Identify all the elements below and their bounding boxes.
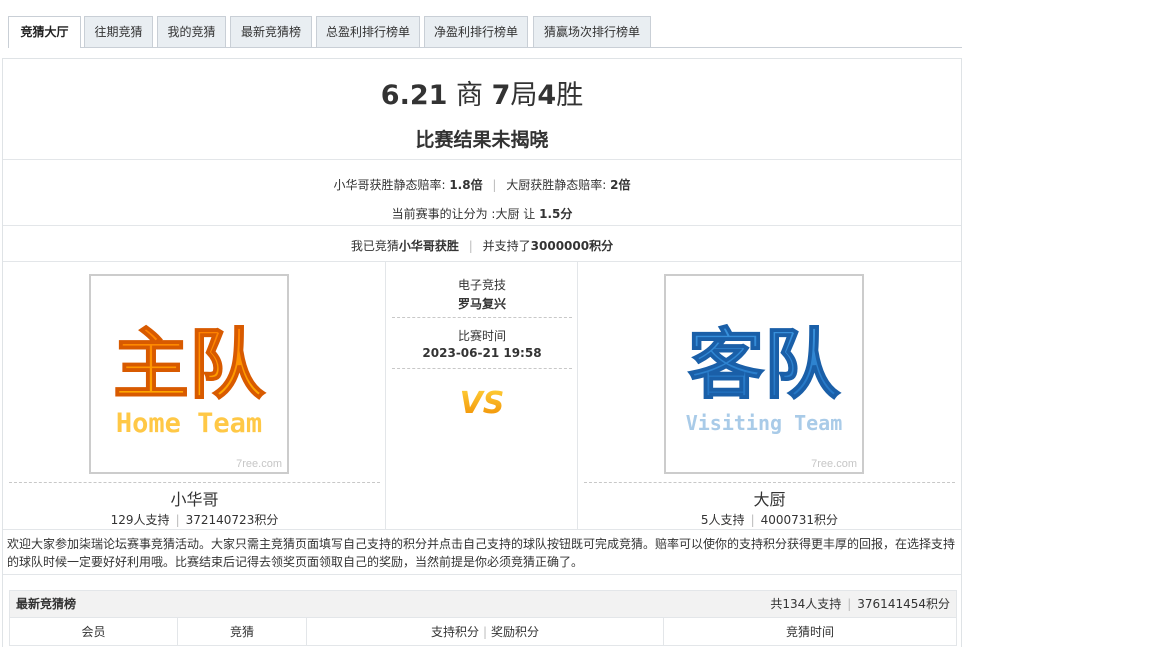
total-points: 376141454积分 bbox=[857, 597, 950, 611]
home-logo-art: 主队 Home Team bbox=[112, 319, 266, 439]
time-value: 2023-06-21 19:58 bbox=[422, 346, 542, 360]
match-status: 比赛结果未揭晓 bbox=[415, 129, 549, 151]
my-bet-choice: 小华哥获胜 bbox=[398, 239, 459, 253]
col-bet: 竞猜 bbox=[178, 618, 307, 646]
separator: | bbox=[750, 513, 755, 527]
home-odds-label: 小华哥获胜静态赔率: bbox=[333, 178, 446, 192]
col-reward-points: 奖励积分 bbox=[491, 625, 540, 639]
divider bbox=[3, 159, 961, 160]
away-team-stats: 5人支持 | 4000731积分 bbox=[578, 511, 961, 528]
tab-net-profit-rank[interactable]: 净盈利排行榜单 bbox=[424, 16, 528, 47]
divider bbox=[3, 225, 961, 226]
col-bet-time: 竞猜时间 bbox=[785, 625, 834, 639]
match-date: 6.21 bbox=[380, 80, 448, 111]
board-column-headers: 会员 竞猜 支持积分 | 奖励积分 竞猜时间 bbox=[10, 617, 956, 646]
home-supporters: 129人支持 bbox=[110, 513, 170, 527]
handicap-line: 当前赛事的让分为 :大厨 让 1.5分 bbox=[3, 205, 961, 222]
dashed-divider bbox=[584, 482, 955, 483]
away-points: 4000731积分 bbox=[760, 513, 839, 527]
tab-total-profit-rank[interactable]: 总盈利排行榜单 bbox=[316, 16, 420, 47]
board-title: 最新竞猜榜 bbox=[16, 597, 77, 611]
away-odds-label: 大厨获胜静态赔率: bbox=[506, 178, 607, 192]
time-label: 比赛时间 bbox=[457, 329, 506, 343]
time-block: 比赛时间 2023-06-21 19:58 bbox=[386, 327, 578, 360]
away-odds-value: 2倍 bbox=[610, 178, 631, 192]
dashed-divider bbox=[392, 317, 572, 318]
away-team-logo[interactable]: 客队 Visiting Team 7ree.com bbox=[664, 274, 864, 474]
my-bet-points: 3000000积分 bbox=[530, 239, 614, 253]
my-bet-line: 我已竞猜小华哥获胜 | 并支持了3000000积分 bbox=[3, 237, 961, 254]
board-summary: 共134人支持 | 376141454积分 bbox=[770, 591, 950, 617]
title-word: 商 bbox=[456, 80, 484, 111]
match-panel: 6.21 商 7局4胜 比赛结果未揭晓 小华哥获胜静态赔率: 1.8倍 | 大厨… bbox=[2, 58, 962, 647]
tab-lobby[interactable]: 竞猜大厅 bbox=[8, 16, 81, 48]
latest-bets-board: 最新竞猜榜 共134人支持 | 376141454积分 会员 竞猜 支持积分 | 奖励积… bbox=[9, 590, 957, 646]
dashed-divider bbox=[392, 368, 572, 369]
away-logo-main-text: 客队 bbox=[688, 320, 841, 409]
separator: | bbox=[468, 239, 473, 253]
col-points: 支持积分 | 奖励积分 bbox=[307, 618, 664, 646]
separator: | bbox=[175, 513, 180, 527]
col-member: 会员 bbox=[10, 618, 178, 646]
category-value: 罗马复兴 bbox=[457, 297, 506, 311]
vs-badge: VS bbox=[460, 386, 505, 421]
vs-text: VS bbox=[460, 386, 505, 421]
category-label: 电子竞技 bbox=[457, 278, 506, 292]
category-block: 电子竞技 罗马复兴 bbox=[386, 276, 578, 312]
tab-latest-board[interactable]: 最新竞猜榜 bbox=[230, 16, 312, 47]
divider bbox=[3, 529, 961, 530]
home-points: 372140723积分 bbox=[185, 513, 279, 527]
separator: | bbox=[492, 178, 497, 192]
handicap-value: 1.5分 bbox=[539, 207, 573, 221]
away-supporters: 5人支持 bbox=[700, 513, 745, 527]
separator: | bbox=[482, 625, 488, 639]
match-info-panel: 电子竞技 罗马复兴 比赛时间 2023-06-21 19:58 VS bbox=[386, 262, 578, 529]
home-logo-main-text: 主队 bbox=[113, 320, 266, 409]
tab-bar: 竞猜大厅 往期竞猜 我的竞猜 最新竞猜榜 总盈利排行榜单 净盈利排行榜单 猜赢场… bbox=[8, 16, 962, 48]
board-header: 最新竞猜榜 共134人支持 | 376141454积分 bbox=[10, 591, 956, 617]
home-team-panel: 主队 Home Team 7ree.com 小华哥 129人支持 | 3721407… bbox=[3, 262, 386, 529]
title-number: 7 bbox=[491, 80, 511, 111]
dashed-divider bbox=[9, 482, 380, 483]
handicap-label: 当前赛事的让分为 :大厨 让 bbox=[391, 207, 536, 221]
col-support-points: 支持积分 bbox=[430, 625, 479, 639]
intro-text: 欢迎大家参加柒瑞论坛赛事竞猜活动。大家只需主竞猜页面填写自己支持的积分并点击自己… bbox=[7, 537, 956, 569]
divider bbox=[3, 574, 961, 575]
tab-wins-rank[interactable]: 猜赢场次排行榜单 bbox=[533, 16, 651, 47]
odds-line: 小华哥获胜静态赔率: 1.8倍 | 大厨获胜静态赔率: 2倍 bbox=[3, 176, 961, 193]
home-team-stats: 129人支持 | 372140723积分 bbox=[3, 511, 386, 528]
my-bet-prefix: 我已竞猜 bbox=[350, 239, 399, 253]
total-supporters: 共134人支持 bbox=[770, 597, 842, 611]
match-title: 6.21 商 7局4胜 bbox=[3, 73, 961, 112]
title-word: 胜 bbox=[556, 80, 584, 111]
home-odds-value: 1.8倍 bbox=[449, 178, 483, 192]
title-number: 4 bbox=[537, 80, 557, 111]
away-logo-sub-text: Visiting Team bbox=[686, 411, 843, 435]
away-logo-art: 客队 Visiting Team bbox=[686, 319, 843, 435]
title-word: 局 bbox=[510, 80, 538, 111]
away-team-panel: 客队 Visiting Team 7ree.com 大厨 5人支持 | 400073… bbox=[578, 262, 961, 529]
watermark: 7ree.com bbox=[811, 458, 857, 470]
watermark: 7ree.com bbox=[236, 458, 282, 470]
my-bet-middle: 并支持了 bbox=[482, 239, 531, 253]
home-team-name: 小华哥 bbox=[170, 490, 219, 509]
tab-past[interactable]: 往期竞猜 bbox=[84, 16, 153, 47]
tab-my-bets[interactable]: 我的竞猜 bbox=[157, 16, 226, 47]
away-team-name: 大厨 bbox=[753, 490, 786, 509]
home-logo-sub-text: Home Team bbox=[116, 408, 262, 439]
separator: | bbox=[847, 597, 852, 611]
home-team-logo[interactable]: 主队 Home Team 7ree.com bbox=[89, 274, 289, 474]
